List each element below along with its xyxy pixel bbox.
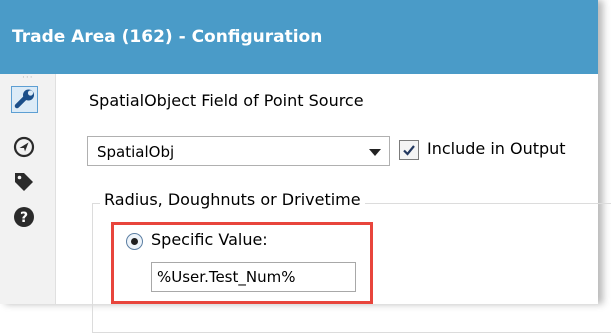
specific-value-radio[interactable] [126,233,143,250]
side-toolbar: ··· ? [0,74,56,304]
window-title: Trade Area (162) - Configuration [12,27,323,47]
spatial-field-value: SpatialObj [97,143,175,161]
toolbar-grip[interactable]: ··· [22,74,34,83]
spatial-field-select[interactable]: SpatialObj [87,136,390,166]
include-in-output-checkbox[interactable] [399,140,419,160]
specific-value-label[interactable]: Specific Value: [151,230,268,249]
title-bar: Trade Area (162) - Configuration [0,0,598,74]
configuration-panel: Trade Area (162) - Configuration ··· ? S… [0,0,611,333]
source-field-label: SpatialObject Field of Point Source [89,91,364,110]
wrench-icon[interactable] [11,86,38,113]
help-icon[interactable]: ? [13,206,35,228]
include-in-output-label[interactable]: Include in Output [427,139,566,158]
dropdown-arrow-icon[interactable] [369,149,381,156]
specific-value-input[interactable] [151,262,356,292]
navigate-icon[interactable] [13,136,35,158]
svg-text:?: ? [20,210,28,226]
tag-icon[interactable] [13,171,35,193]
radio-selected-dot [131,238,138,245]
radius-group-label: Radius, Doughnuts or Drivetime [100,190,365,209]
